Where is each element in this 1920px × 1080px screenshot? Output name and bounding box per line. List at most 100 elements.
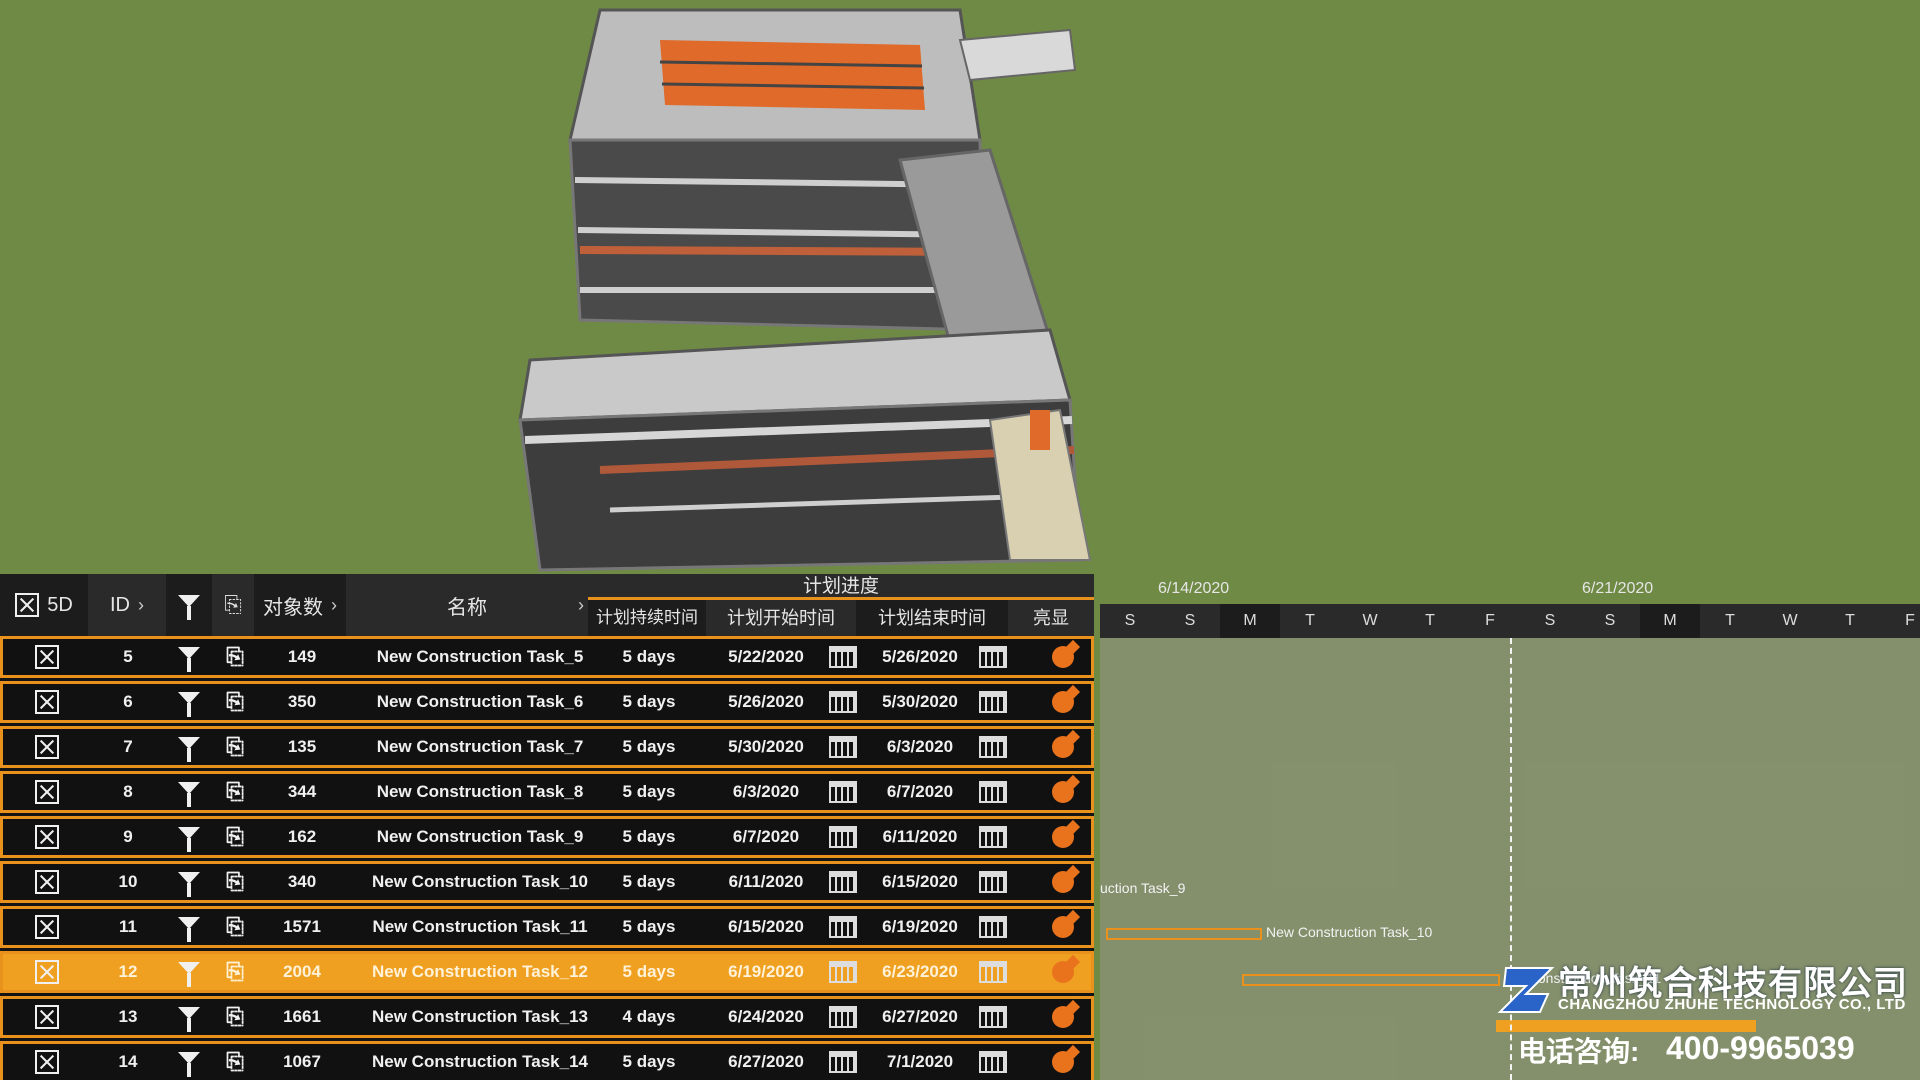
end-calendar-button[interactable] <box>975 639 1011 675</box>
start-calendar-button[interactable] <box>825 819 861 855</box>
table-row[interactable]: 7 ⎘ 135 New Construction Task_7 5 days 5/30/2… <box>0 726 1094 768</box>
highlight-button[interactable] <box>1045 819 1081 855</box>
row-checkbox[interactable] <box>27 954 67 990</box>
highlight-button[interactable] <box>1045 774 1081 810</box>
end-calendar-button[interactable] <box>975 954 1011 990</box>
highlight-button[interactable] <box>1045 639 1081 675</box>
table-row[interactable]: 11 ⎘ 1571 New Construction Task_11 5 days 6/1… <box>0 906 1094 948</box>
end-calendar-button[interactable] <box>975 909 1011 945</box>
row-filter-button[interactable] <box>169 864 209 900</box>
end-calendar-button[interactable] <box>975 999 1011 1035</box>
highlight-button[interactable] <box>1045 684 1081 720</box>
palette-icon <box>1052 1006 1074 1028</box>
column-header-id[interactable]: ID › <box>88 574 166 636</box>
calendar-icon <box>979 781 1007 803</box>
gantt-day-label: T <box>1425 612 1435 629</box>
close-icon <box>35 645 59 669</box>
start-calendar-button[interactable] <box>825 954 861 990</box>
row-checkbox[interactable] <box>27 819 67 855</box>
end-calendar-button[interactable] <box>975 729 1011 765</box>
start-calendar-button[interactable] <box>825 774 861 810</box>
highlight-button[interactable] <box>1045 1044 1081 1080</box>
start-calendar-button[interactable] <box>825 684 861 720</box>
row-select-button[interactable]: ⎘ <box>215 684 255 720</box>
end-calendar-button[interactable] <box>975 819 1011 855</box>
start-calendar-button[interactable] <box>825 999 861 1035</box>
end-calendar-button[interactable] <box>975 774 1011 810</box>
row-checkbox[interactable] <box>27 1044 67 1080</box>
calendar-icon <box>829 1051 857 1073</box>
row-filter-button[interactable] <box>169 639 209 675</box>
row-select-button[interactable]: ⎘ <box>215 1044 255 1080</box>
table-row[interactable]: 10 ⎘ 340 New Construction Task_10 5 days 6/11… <box>0 861 1094 903</box>
row-checkbox[interactable] <box>27 774 67 810</box>
close-panel-button[interactable]: 5D <box>0 574 88 636</box>
row-select-button[interactable]: ⎘ <box>215 954 255 990</box>
gantt-day-label: T <box>1725 612 1735 629</box>
highlight-button[interactable] <box>1045 954 1081 990</box>
column-header-name[interactable]: 名称 › <box>346 574 588 636</box>
table-row[interactable]: 12 ⎘ 2004 New Construction Task_12 5 days 6/1… <box>0 951 1094 993</box>
task-start-date: 6/3/2020 <box>732 782 800 801</box>
gantt-day-header: SSMTWTFSSMTWTF <box>1100 604 1920 638</box>
column-header-object-count[interactable]: 对象数 › <box>254 574 346 636</box>
row-checkbox[interactable] <box>27 909 67 945</box>
close-icon <box>15 593 40 617</box>
row-select-button[interactable]: ⎘ <box>215 819 255 855</box>
row-select-button[interactable]: ⎘ <box>215 639 255 675</box>
table-row[interactable]: 14 ⎘ 1067 New Construction Task_14 5 days 6/2… <box>0 1041 1094 1080</box>
row-select-button[interactable]: ⎘ <box>215 909 255 945</box>
select-header-button[interactable]: ⎘ <box>212 574 254 636</box>
row-filter-button[interactable] <box>169 909 209 945</box>
gantt-bar-task-11[interactable] <box>1242 974 1500 986</box>
start-calendar-button[interactable] <box>825 1044 861 1080</box>
table-row[interactable]: 5 ⎘ 149 New Construction Task_5 5 days 5/22/2… <box>0 636 1094 678</box>
start-calendar-button[interactable] <box>825 864 861 900</box>
start-calendar-button[interactable] <box>825 639 861 675</box>
row-filter-button[interactable] <box>169 774 209 810</box>
filter-header-button[interactable] <box>166 574 212 636</box>
end-calendar-button[interactable] <box>975 684 1011 720</box>
end-calendar-button[interactable] <box>975 864 1011 900</box>
calendar-icon <box>829 646 857 668</box>
column-header-highlight[interactable]: 亮显 <box>1008 600 1094 636</box>
highlight-button[interactable] <box>1045 999 1081 1035</box>
column-header-duration[interactable]: 计划持续时间 <box>588 600 706 636</box>
highlight-button[interactable] <box>1045 729 1081 765</box>
row-filter-button[interactable] <box>169 954 209 990</box>
row-checkbox[interactable] <box>27 684 67 720</box>
table-row[interactable]: 9 ⎘ 162 New Construction Task_9 5 days 6/7/20… <box>0 816 1094 858</box>
row-filter-button[interactable] <box>169 729 209 765</box>
highlight-button[interactable] <box>1045 864 1081 900</box>
gantt-bar-task-10[interactable] <box>1106 928 1262 940</box>
row-filter-button[interactable] <box>169 999 209 1035</box>
highlight-button[interactable] <box>1045 909 1081 945</box>
calendar-icon <box>829 826 857 848</box>
row-select-button[interactable]: ⎘ <box>215 999 255 1035</box>
row-select-button[interactable]: ⎘ <box>215 864 255 900</box>
row-filter-button[interactable] <box>169 684 209 720</box>
object-count: 1067 <box>283 1052 321 1071</box>
start-calendar-button[interactable] <box>825 909 861 945</box>
column-header-start[interactable]: 计划开始时间 <box>706 600 856 636</box>
task-id: 6 <box>123 692 133 711</box>
calendar-icon <box>829 736 857 758</box>
row-filter-button[interactable] <box>169 1044 209 1080</box>
gantt-bar-label: New Construction Task_10 <box>1266 924 1433 940</box>
filter-icon <box>178 917 200 942</box>
row-checkbox[interactable] <box>27 999 67 1035</box>
start-calendar-button[interactable] <box>825 729 861 765</box>
row-filter-button[interactable] <box>169 819 209 855</box>
calendar-icon <box>979 691 1007 713</box>
table-row[interactable]: 8 ⎘ 344 New Construction Task_8 5 days 6/3/20… <box>0 771 1094 813</box>
row-checkbox[interactable] <box>27 729 67 765</box>
table-row[interactable]: 13 ⎘ 1661 New Construction Task_13 4 days 6/2… <box>0 996 1094 1038</box>
row-checkbox[interactable] <box>27 864 67 900</box>
table-row[interactable]: 6 ⎘ 350 New Construction Task_6 5 days 5/26/2… <box>0 681 1094 723</box>
column-header-end[interactable]: 计划结束时间 <box>856 600 1008 636</box>
row-select-button[interactable]: ⎘ <box>215 729 255 765</box>
row-checkbox[interactable] <box>27 639 67 675</box>
end-calendar-button[interactable] <box>975 1044 1011 1080</box>
row-select-button[interactable]: ⎘ <box>215 774 255 810</box>
palette-icon <box>1052 1051 1074 1073</box>
